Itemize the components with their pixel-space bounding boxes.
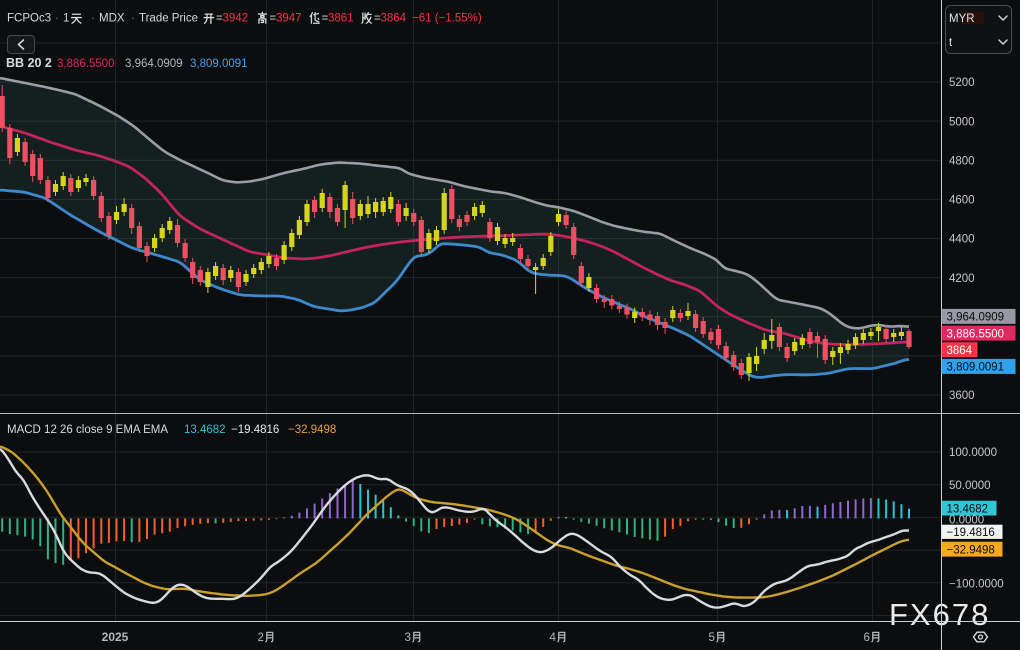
svg-text:MDX: MDX bbox=[99, 13, 125, 25]
svg-text:−61 (−1.55%): −61 (−1.55%) bbox=[412, 13, 482, 25]
svg-text:13.4682: 13.4682 bbox=[184, 424, 226, 436]
svg-text:3,886.5500: 3,886.5500 bbox=[57, 58, 115, 70]
svg-text:·: · bbox=[91, 13, 95, 25]
svg-text:3,964.0909: 3,964.0909 bbox=[947, 312, 1005, 324]
svg-text:−19.4816: −19.4816 bbox=[947, 527, 995, 539]
svg-text:−100.0000: −100.0000 bbox=[949, 579, 1004, 591]
svg-text:3947: 3947 bbox=[276, 13, 302, 25]
svg-text:4200: 4200 bbox=[949, 273, 975, 285]
svg-text:−32.9498: −32.9498 bbox=[947, 544, 995, 556]
svg-text:4600: 4600 bbox=[949, 195, 975, 207]
svg-text:MYR: MYR bbox=[949, 13, 975, 25]
svg-text:FX678: FX678 bbox=[889, 597, 990, 632]
svg-text:4800: 4800 bbox=[949, 156, 975, 168]
svg-text:5200: 5200 bbox=[949, 77, 975, 89]
svg-text:6: 6 bbox=[864, 632, 870, 644]
svg-text:FCPOc3: FCPOc3 bbox=[7, 13, 51, 25]
svg-text:3,809.0091: 3,809.0091 bbox=[190, 58, 248, 70]
svg-text:Trade Price: Trade Price bbox=[139, 13, 198, 25]
svg-text:MACD 12 26 close 9 EMA EMA: MACD 12 26 close 9 EMA EMA bbox=[7, 424, 168, 436]
svg-text:3600: 3600 bbox=[949, 390, 975, 402]
svg-text:3864: 3864 bbox=[947, 345, 973, 357]
svg-text:3864: 3864 bbox=[381, 13, 407, 25]
svg-text:BB 20 2: BB 20 2 bbox=[6, 56, 52, 70]
svg-text:3,964.0909: 3,964.0909 bbox=[125, 58, 183, 70]
svg-text:5: 5 bbox=[709, 632, 715, 644]
svg-text:·: · bbox=[131, 13, 135, 25]
svg-text:2025: 2025 bbox=[102, 630, 129, 644]
svg-text:−32.9498: −32.9498 bbox=[288, 424, 336, 436]
svg-text:4: 4 bbox=[550, 632, 557, 644]
svg-text:3,809.0091: 3,809.0091 bbox=[947, 362, 1005, 374]
svg-text:13.4682: 13.4682 bbox=[947, 503, 989, 515]
svg-text:4400: 4400 bbox=[949, 234, 975, 246]
svg-text:3942: 3942 bbox=[223, 13, 249, 25]
svg-text:3: 3 bbox=[405, 632, 411, 644]
svg-text:2: 2 bbox=[258, 632, 264, 644]
svg-text:50.0000: 50.0000 bbox=[949, 480, 991, 492]
svg-text:5000: 5000 bbox=[949, 116, 975, 128]
svg-text:·: · bbox=[55, 13, 59, 25]
svg-text:1: 1 bbox=[63, 13, 69, 25]
svg-text:100.0000: 100.0000 bbox=[949, 447, 997, 459]
svg-text:−19.4816: −19.4816 bbox=[231, 424, 279, 436]
svg-text:3,886.5500: 3,886.5500 bbox=[947, 328, 1005, 340]
svg-text:3861: 3861 bbox=[328, 13, 354, 25]
